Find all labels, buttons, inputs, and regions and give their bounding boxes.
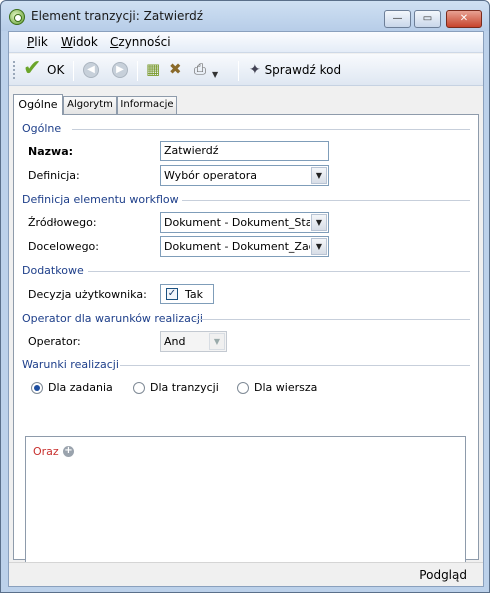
- conditions-editor[interactable]: Oraz +: [25, 436, 466, 572]
- magic-wand-icon: ✦: [249, 62, 261, 78]
- section-additional: Dodatkowe: [22, 264, 84, 277]
- target-value: Dokument - Dokument_Zadanie: [164, 240, 310, 253]
- definition-select[interactable]: Wybór operatora ▼: [160, 165, 329, 186]
- radio-dla-tranzycji-label[interactable]: Dla tranzycji: [150, 381, 219, 394]
- radio-dla-zadania-label[interactable]: Dla zadania: [48, 381, 113, 394]
- user-decision-label: Decyzja użytkownika:: [28, 288, 147, 301]
- back-arrow-icon[interactable]: ◀: [83, 62, 99, 78]
- toolbar-separator: [238, 61, 239, 81]
- conditions-root-label[interactable]: Oraz: [33, 445, 59, 458]
- source-value: Dokument - Dokument_Start_1: [164, 216, 310, 229]
- print-icon[interactable]: ⎙: [194, 60, 206, 78]
- ok-label: OK: [47, 63, 65, 77]
- app-icon: [9, 9, 25, 25]
- menu-bar: Plik Widok Czynności: [9, 32, 483, 53]
- dropdown-arrow-icon[interactable]: ▼: [212, 66, 218, 84]
- check-code-button[interactable]: ✦ Sprawdź kod: [249, 59, 341, 81]
- section-general: Ogólne: [22, 122, 62, 135]
- tab-informacje[interactable]: Informacje: [117, 96, 177, 114]
- source-label: Źródłowego:: [28, 216, 97, 229]
- user-decision-value: Tak: [185, 288, 204, 301]
- section-divider: [194, 319, 470, 320]
- chevron-down-icon[interactable]: ▼: [209, 333, 225, 350]
- operator-select[interactable]: And ▼: [160, 331, 227, 352]
- chevron-down-icon[interactable]: ▼: [311, 167, 327, 184]
- close-button[interactable]: ✕: [446, 10, 482, 28]
- section-conditions: Warunki realizacji: [22, 358, 119, 371]
- checkbox-check-icon[interactable]: ✓: [166, 288, 178, 300]
- minimize-button[interactable]: —: [384, 10, 411, 28]
- section-operator: Operator dla warunków realizacji: [22, 312, 203, 325]
- preview-button[interactable]: Podgląd: [419, 568, 467, 582]
- ok-button[interactable]: ✔ OK: [23, 56, 65, 81]
- forward-arrow-icon[interactable]: ▶: [112, 62, 128, 78]
- operator-value: And: [164, 335, 186, 348]
- radio-dla-wiersza[interactable]: [237, 382, 249, 394]
- menu-czynnosci[interactable]: Czynności: [110, 35, 171, 49]
- tab-ogolne[interactable]: Ogólne: [13, 94, 63, 115]
- client-area: Plik Widok Czynności ✔ OK ◀ ▶ ▦ ✖ ⎙ ▼ ✦ S…: [8, 31, 484, 587]
- target-select[interactable]: Dokument - Dokument_Zadanie ▼: [160, 236, 329, 257]
- target-label: Docelowego:: [28, 240, 99, 253]
- chevron-down-icon[interactable]: ▼: [311, 214, 327, 231]
- definition-value: Wybór operatora: [164, 169, 257, 182]
- toolbar-separator: [137, 61, 138, 81]
- section-divider: [72, 129, 470, 130]
- maximize-button[interactable]: ▭: [414, 10, 441, 28]
- name-label: Nazwa:: [28, 145, 74, 158]
- operator-label: Operator:: [28, 335, 81, 348]
- toolbar-grip[interactable]: [13, 61, 16, 79]
- name-field[interactable]: Zatwierdź: [160, 141, 329, 161]
- chevron-down-icon[interactable]: ▼: [311, 238, 327, 255]
- add-condition-icon[interactable]: +: [63, 446, 74, 457]
- definition-label: Definicja:: [28, 169, 80, 182]
- section-divider: [88, 271, 470, 272]
- toolbar: ✔ OK ◀ ▶ ▦ ✖ ⎙ ▼ ✦ Sprawdź kod: [9, 54, 483, 86]
- source-select[interactable]: Dokument - Dokument_Start_1 ▼: [160, 212, 329, 233]
- section-divider: [120, 365, 470, 366]
- check-code-label: Sprawdź kod: [264, 63, 342, 77]
- radio-dla-zadania[interactable]: [31, 382, 43, 394]
- window: Element tranzycji: Zatwierdź — ▭ ✕ Plik …: [0, 0, 490, 593]
- tab-algorytm[interactable]: Algorytm: [63, 96, 117, 114]
- grid-properties-icon[interactable]: ▦: [146, 60, 160, 78]
- checkmark-icon: ✔: [23, 56, 42, 81]
- tab-panel-general: Ogólne Nazwa: Zatwierdź Definicja: Wybór…: [13, 114, 479, 572]
- title-bar[interactable]: Element tranzycji: Zatwierdź — ▭ ✕: [1, 1, 489, 31]
- section-definition: Definicja elementu workflow: [22, 193, 179, 206]
- tools-icon[interactable]: ✖: [169, 60, 182, 78]
- user-decision-checkbox[interactable]: ✓ Tak: [160, 284, 214, 304]
- menu-widok[interactable]: Widok: [61, 35, 98, 49]
- radio-dla-tranzycji[interactable]: [133, 382, 145, 394]
- menu-plik[interactable]: Plik: [27, 35, 48, 49]
- status-bar: Podgląd: [9, 562, 483, 586]
- radio-dla-wiersza-label[interactable]: Dla wiersza: [254, 381, 317, 394]
- section-divider: [182, 200, 470, 201]
- window-title: Element tranzycji: Zatwierdź: [31, 9, 204, 23]
- toolbar-separator: [73, 61, 74, 81]
